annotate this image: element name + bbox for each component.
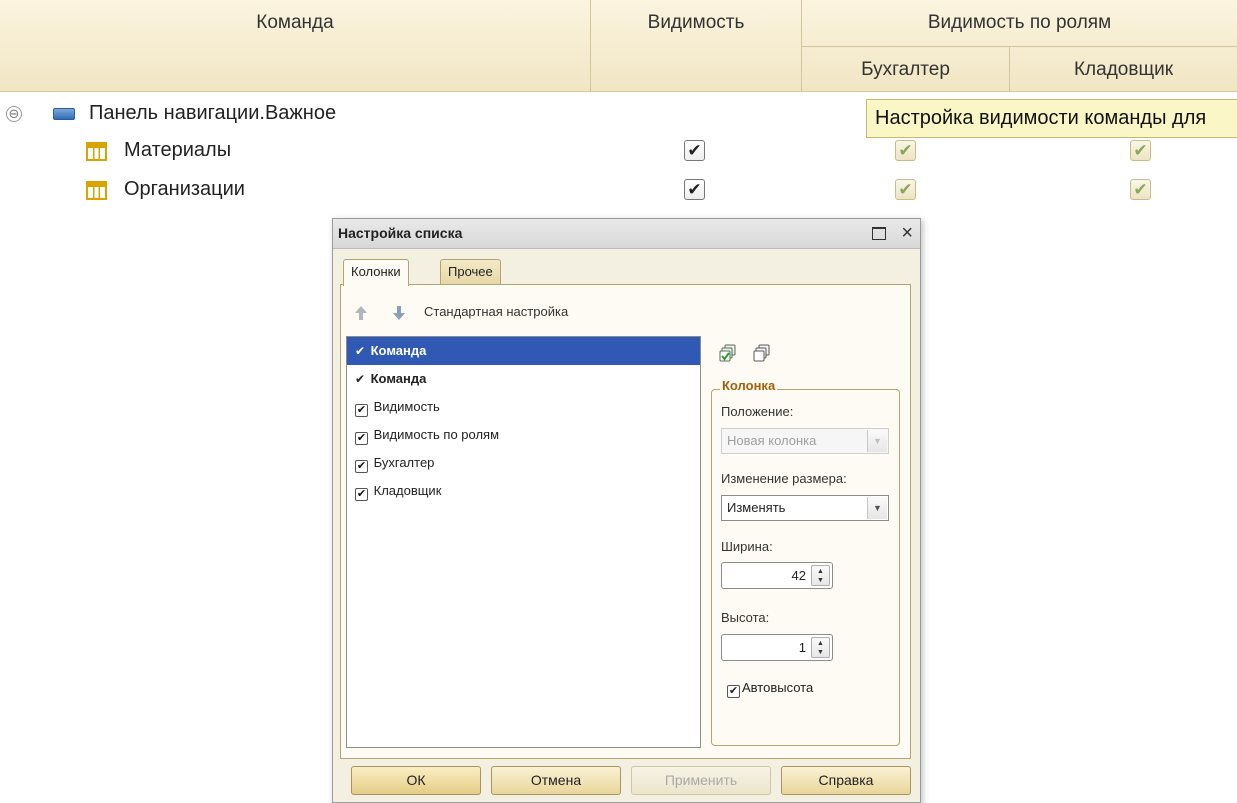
check-mark: ✔	[355, 372, 366, 386]
table-icon	[86, 142, 107, 161]
close-icon[interactable]: ×	[901, 221, 913, 245]
arrow-down-icon[interactable]	[392, 305, 406, 321]
height-label: Высота:	[721, 610, 770, 625]
column-header-visibility[interactable]: Видимость	[591, 0, 801, 92]
dialog-title-bar[interactable]: Настройка списка ×	[333, 219, 920, 249]
auto-height-checkbox[interactable]: ✔ Автовысота	[727, 680, 813, 698]
auto-height-label: Автовысота	[742, 680, 814, 695]
panel-icon	[53, 108, 75, 120]
auto-height-box[interactable]: ✔	[727, 685, 740, 698]
column-header-storekeeper[interactable]: Кладовщик	[1010, 47, 1237, 92]
position-value: Новая колонка	[727, 433, 817, 448]
spinner-icon[interactable]: ▲ ▼	[811, 565, 830, 586]
visibility-checkbox[interactable]: ✔	[684, 140, 705, 161]
list-item-label: Команда	[370, 343, 427, 358]
dialog-title: Настройка списка	[338, 225, 463, 241]
row-label: Организации	[124, 178, 245, 200]
dropdown-arrow-icon[interactable]: ▼	[867, 497, 887, 519]
accountant-checkbox[interactable]: ✔	[895, 179, 916, 200]
width-field[interactable]: 42 ▲ ▼	[721, 562, 833, 589]
position-label: Положение:	[721, 404, 794, 419]
check-all-icon[interactable]	[719, 344, 737, 362]
list-item[interactable]: ✔ Кладовщик	[347, 477, 700, 505]
maximize-icon[interactable]	[872, 227, 886, 240]
list-item[interactable]: ✔ Видимость по ролям	[347, 421, 700, 449]
spinner-icon[interactable]: ▲ ▼	[811, 637, 830, 658]
standard-settings-button[interactable]: Стандартная настройка	[424, 304, 568, 319]
list-item[interactable]: ✔ Бухгалтер	[347, 449, 700, 477]
column-header-visibility-by-roles[interactable]: Видимость по ролям	[802, 0, 1237, 46]
list-item-checkbox[interactable]: ✔	[355, 460, 368, 473]
resize-value: Изменять	[727, 500, 786, 515]
width-value: 42	[791, 568, 806, 583]
tab-other[interactable]: Прочее	[440, 259, 501, 284]
list-item-checkbox[interactable]: ✔	[355, 488, 368, 501]
table-icon	[86, 181, 107, 200]
header-divider	[802, 46, 1237, 47]
table-row[interactable]: Организации ✔ ✔ ✔	[0, 172, 1237, 210]
row-label: Материалы	[124, 139, 232, 161]
storekeeper-checkbox[interactable]: ✔	[1130, 179, 1151, 200]
tab-columns[interactable]: Колонки	[343, 259, 409, 286]
list-item-checkbox[interactable]: ✔	[355, 404, 368, 417]
check-mark: ✔	[355, 344, 366, 358]
width-label: Ширина:	[721, 539, 773, 554]
column-header-accountant[interactable]: Бухгалтер	[802, 47, 1009, 92]
uncheck-all-icon[interactable]	[753, 344, 771, 362]
storekeeper-checkbox[interactable]: ✔	[1130, 140, 1151, 161]
cancel-button[interactable]: Отмена	[491, 766, 621, 795]
tooltip: Настройка видимости команды для	[866, 99, 1237, 138]
list-item-label: Бухгалтер	[373, 455, 435, 470]
column-group-title: Колонка	[720, 378, 778, 393]
list-item-checkbox[interactable]: ✔	[355, 432, 368, 445]
resize-label: Изменение размера:	[721, 471, 847, 486]
height-value: 1	[798, 640, 806, 655]
accountant-checkbox[interactable]: ✔	[895, 140, 916, 161]
position-select: Новая колонка ▼	[721, 428, 889, 454]
resize-select[interactable]: Изменять ▼	[721, 495, 889, 521]
list-item[interactable]: ✔ Команда	[347, 365, 700, 393]
list-item[interactable]: ✔ Команда	[347, 337, 700, 365]
collapse-icon[interactable]: ⊖	[6, 106, 22, 122]
height-field[interactable]: 1 ▲ ▼	[721, 634, 833, 661]
header-divider	[590, 0, 591, 92]
apply-button: Применить	[631, 766, 771, 795]
list-item-label: Видимость	[373, 399, 440, 414]
arrow-up-icon[interactable]	[354, 305, 368, 321]
header-divider	[1009, 46, 1010, 92]
dropdown-arrow-icon: ▼	[867, 430, 887, 452]
columns-list[interactable]: ✔ Команда ✔ Команда ✔ Видимость ✔ Видимо…	[346, 336, 701, 748]
list-item-label: Команда	[370, 371, 427, 386]
list-item-label: Видимость по ролям	[373, 427, 500, 442]
list-item-label: Кладовщик	[373, 483, 442, 498]
row-label: Панель навигации.Важное	[89, 102, 337, 124]
column-header-command[interactable]: Команда	[0, 0, 590, 46]
table-row[interactable]: Материалы ✔ ✔ ✔	[0, 133, 1237, 171]
visibility-checkbox[interactable]: ✔	[684, 179, 705, 200]
ok-button[interactable]: ОК	[351, 766, 481, 795]
help-button[interactable]: Справка	[781, 766, 911, 795]
list-item[interactable]: ✔ Видимость	[347, 393, 700, 421]
